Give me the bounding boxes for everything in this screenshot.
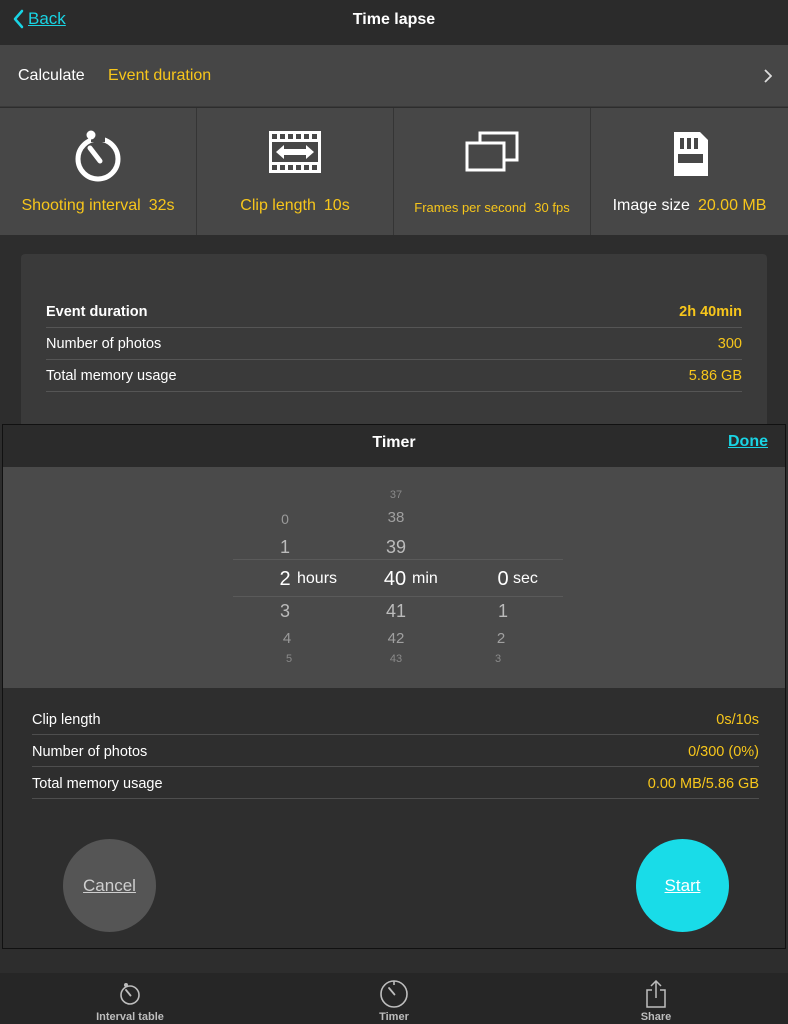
timer-title: Timer xyxy=(372,434,416,451)
tile-clip-length[interactable]: Clip length 10s xyxy=(197,108,394,235)
hours-unit: hours xyxy=(297,570,338,587)
timer-icon xyxy=(380,980,408,1008)
stat-row-number-of-photos: Number of photos 0/300 (0%) xyxy=(32,735,759,767)
result-row-number-of-photos: Number of photos 300 xyxy=(46,328,742,360)
page-title: Time lapse xyxy=(352,11,436,28)
tab-label: Timer xyxy=(379,1011,409,1023)
picker-value: 42 xyxy=(387,630,405,647)
parameter-tiles: Shooting interval 32s Clip length 10s Fram… xyxy=(0,108,788,235)
tab-share[interactable]: Share xyxy=(596,979,716,1023)
tile-value: 30 fps xyxy=(534,200,570,215)
calculate-row[interactable]: Calculate Event duration xyxy=(0,45,788,107)
picker-value: 41 xyxy=(385,601,407,621)
film-strip-icon xyxy=(269,131,321,173)
stat-row-total-memory: Total memory usage 0.00 MB/5.86 GB xyxy=(32,767,759,799)
tile-label: Image size xyxy=(612,197,690,214)
tab-label: Interval table xyxy=(96,1011,164,1023)
timer-modal: Timer Done 0 1 2 hours 3 4 5 37 38 39 40… xyxy=(2,424,786,949)
start-button[interactable]: Start xyxy=(636,839,729,932)
tab-interval-table[interactable]: Interval table xyxy=(70,979,190,1023)
tile-value: 20.00 MB xyxy=(697,197,767,214)
stopwatch-icon xyxy=(120,983,140,1005)
done-button[interactable]: Done xyxy=(728,433,768,451)
picker-value-selected: 40 xyxy=(383,568,407,590)
chevron-right-icon xyxy=(764,69,772,83)
stat-row-clip-length: Clip length 0s/10s xyxy=(32,703,759,735)
tab-timer[interactable]: Timer xyxy=(334,979,454,1023)
tile-label: Frames per second xyxy=(414,200,527,215)
picker-value: 43 xyxy=(389,653,403,665)
calculate-value: Event duration xyxy=(108,67,212,84)
tab-bar: Interval table Timer Share xyxy=(0,973,788,1024)
tile-image-size[interactable]: Image size 20.00 MB xyxy=(591,108,788,235)
timer-header: Timer Done xyxy=(3,425,785,467)
tile-shooting-interval[interactable]: Shooting interval 32s xyxy=(0,108,197,235)
picker-value: 37 xyxy=(389,489,403,501)
share-icon xyxy=(646,980,666,1008)
duration-picker[interactable]: 0 1 2 hours 3 4 5 37 38 39 40 min 41 42 … xyxy=(3,467,785,688)
picker-value: 3 xyxy=(279,601,290,621)
navigation-bar: Back Time lapse xyxy=(0,0,788,45)
tab-label: Share xyxy=(640,1011,672,1023)
tile-value: 32s xyxy=(148,197,175,214)
stopwatch-icon xyxy=(75,130,121,182)
seconds-unit: sec xyxy=(513,570,538,587)
sd-card-icon xyxy=(673,132,708,176)
picker-value: 38 xyxy=(387,509,405,526)
tile-label: Clip length xyxy=(240,197,316,214)
tile-value: 10s xyxy=(323,197,350,214)
calculate-label: Calculate xyxy=(18,67,85,84)
picker-value: 2 xyxy=(496,630,506,647)
picker-value: 4 xyxy=(282,630,292,647)
frames-icon xyxy=(465,131,519,172)
cancel-button[interactable]: Cancel xyxy=(63,839,156,932)
picker-value: 5 xyxy=(285,653,293,665)
result-row-total-memory: Total memory usage 5.86 GB xyxy=(46,360,742,392)
picker-value: 3 xyxy=(494,653,502,665)
result-row-event-duration: Event duration 2h 40min xyxy=(46,296,742,328)
picker-value: 1 xyxy=(279,537,290,557)
tile-label: Shooting interval xyxy=(21,197,141,214)
picker-value: 0 xyxy=(281,511,289,527)
tile-frames-per-second[interactable]: Frames per second 30 fps xyxy=(394,108,591,235)
picker-value: 39 xyxy=(385,537,407,557)
picker-value: 1 xyxy=(497,601,508,621)
minutes-unit: min xyxy=(412,570,438,587)
